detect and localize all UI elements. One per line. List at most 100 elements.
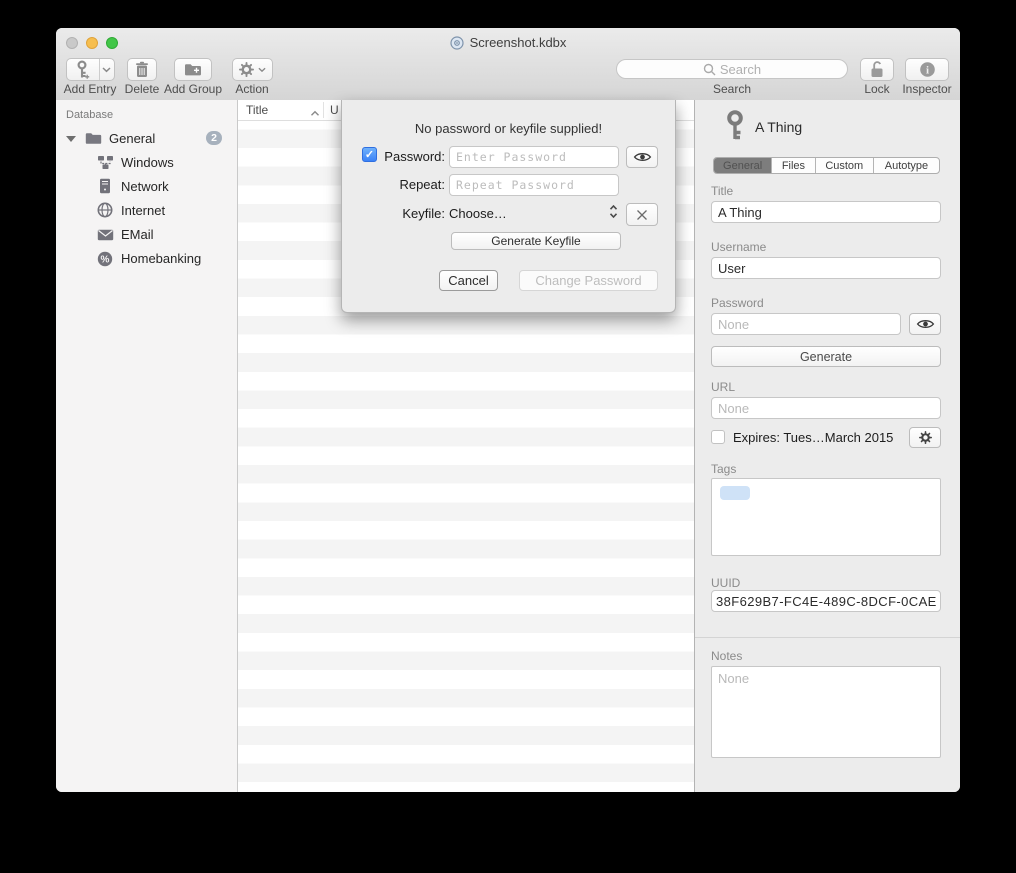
search-input[interactable]: Search bbox=[616, 59, 848, 79]
sidebar-item-label: Windows bbox=[121, 155, 174, 170]
inspector-tabs: General Files Custom Autotype bbox=[713, 157, 940, 174]
change-password-button[interactable]: Change Password bbox=[519, 270, 658, 291]
expires-checkbox[interactable] bbox=[711, 430, 725, 444]
key-plus-icon bbox=[76, 60, 90, 80]
sidebar-item-label: Internet bbox=[121, 203, 165, 218]
lock-open-icon bbox=[869, 60, 885, 79]
entry-title-heading: A Thing bbox=[755, 119, 802, 135]
add-group-button[interactable] bbox=[174, 58, 212, 81]
title-field-label: Title bbox=[711, 184, 733, 198]
generate-password-button[interactable]: Generate bbox=[711, 346, 941, 367]
action-label: Action bbox=[235, 82, 268, 96]
generate-keyfile-button[interactable]: Generate Keyfile bbox=[451, 232, 621, 250]
search-label: Search bbox=[713, 82, 751, 96]
expires-settings-button[interactable] bbox=[909, 427, 941, 448]
column-header-username[interactable]: U bbox=[330, 103, 339, 117]
username-field[interactable] bbox=[711, 257, 941, 279]
sidebar-item-label: EMail bbox=[121, 227, 154, 242]
tag-chip[interactable] bbox=[720, 486, 750, 500]
window-chrome: Screenshot.kdbx Add Entry Delete Add Gro… bbox=[56, 28, 960, 101]
url-field[interactable] bbox=[711, 397, 941, 419]
lock-label: Lock bbox=[864, 82, 889, 96]
info-icon: i bbox=[919, 61, 936, 78]
screenshot-background: Screenshot.kdbx Add Entry Delete Add Gro… bbox=[0, 0, 1016, 873]
add-entry-dropdown-segment[interactable] bbox=[99, 59, 114, 80]
key-icon bbox=[725, 110, 745, 146]
add-entry-main-segment[interactable] bbox=[67, 59, 99, 80]
sidebar-item-windows[interactable]: Windows bbox=[56, 153, 237, 172]
inspector-button[interactable]: i bbox=[905, 58, 949, 81]
password-field-label: Password bbox=[711, 296, 764, 310]
gear-icon bbox=[919, 431, 932, 444]
column-divider[interactable] bbox=[323, 102, 324, 118]
popup-stepper-icon[interactable] bbox=[608, 204, 619, 224]
entry-count-badge: 2 bbox=[206, 131, 222, 145]
eye-icon bbox=[633, 151, 652, 163]
sort-ascending-icon bbox=[310, 106, 320, 120]
titlebar: Screenshot.kdbx bbox=[56, 35, 960, 50]
add-entry-label: Add Entry bbox=[64, 82, 117, 96]
eye-icon bbox=[916, 318, 935, 330]
trash-icon bbox=[135, 61, 149, 78]
add-entry-button[interactable] bbox=[66, 58, 115, 81]
folder-icon bbox=[85, 132, 102, 148]
sidebar-header: Database bbox=[66, 109, 113, 121]
column-header-title[interactable]: Title bbox=[246, 103, 268, 117]
delete-label: Delete bbox=[125, 82, 160, 96]
title-field[interactable] bbox=[711, 201, 941, 223]
svg-text:i: i bbox=[925, 65, 928, 77]
notes-field[interactable] bbox=[711, 666, 941, 758]
close-x-icon bbox=[636, 209, 648, 221]
uuid-field[interactable] bbox=[711, 590, 941, 612]
cancel-button[interactable]: Cancel bbox=[439, 270, 498, 291]
username-field-label: Username bbox=[711, 240, 766, 254]
password-checkbox[interactable] bbox=[362, 147, 377, 162]
add-group-label: Add Group bbox=[164, 82, 222, 96]
gear-icon bbox=[239, 62, 254, 77]
change-password-label: Change Password bbox=[535, 273, 641, 288]
sidebar-item-label: Network bbox=[121, 179, 169, 194]
search-icon bbox=[703, 63, 716, 76]
password-field[interactable] bbox=[711, 313, 901, 335]
windows-network-icon bbox=[97, 155, 114, 173]
repeat-password-input[interactable] bbox=[449, 174, 619, 196]
repeat-label: Repeat: bbox=[377, 177, 445, 192]
generate-keyfile-label: Generate Keyfile bbox=[491, 234, 580, 248]
clear-keyfile-button[interactable] bbox=[626, 203, 658, 226]
password-input[interactable] bbox=[449, 146, 619, 168]
inspector-panel: A Thing General Files Custom Autotype Ti… bbox=[694, 100, 960, 792]
tags-field[interactable] bbox=[711, 478, 941, 556]
folder-plus-icon bbox=[184, 63, 202, 76]
envelope-icon bbox=[97, 229, 114, 244]
disclosure-triangle-icon[interactable] bbox=[66, 136, 76, 142]
keyfile-popup[interactable]: Choose… bbox=[449, 206, 507, 221]
notes-field-label: Notes bbox=[711, 649, 742, 663]
delete-button[interactable] bbox=[127, 58, 157, 81]
keyfile-label: Keyfile: bbox=[377, 206, 445, 221]
tab-autotype[interactable]: Autotype bbox=[873, 158, 939, 173]
percent-icon: % bbox=[97, 251, 113, 270]
globe-icon bbox=[97, 202, 113, 221]
tab-files[interactable]: Files bbox=[771, 158, 814, 173]
tab-general[interactable]: General bbox=[714, 158, 771, 173]
sidebar-item-network[interactable]: Network bbox=[56, 177, 237, 196]
document-proxy-icon bbox=[450, 36, 464, 50]
lock-button[interactable] bbox=[860, 58, 894, 81]
inspector-label: Inspector bbox=[902, 82, 951, 96]
expires-label: Expires: Tues…March 2015 bbox=[733, 430, 893, 445]
generate-password-label: Generate bbox=[800, 350, 852, 364]
uuid-field-label: UUID bbox=[711, 576, 740, 590]
sidebar-item-email[interactable]: EMail bbox=[56, 225, 237, 244]
sidebar-item-homebanking[interactable]: % Homebanking bbox=[56, 249, 237, 268]
chevron-down-icon bbox=[258, 67, 266, 73]
sidebar-item-internet[interactable]: Internet bbox=[56, 201, 237, 220]
password-label: Password: bbox=[377, 149, 445, 164]
notes-separator bbox=[695, 637, 960, 638]
tab-custom[interactable]: Custom bbox=[815, 158, 873, 173]
chevron-down-icon bbox=[102, 67, 111, 73]
action-button[interactable] bbox=[232, 58, 273, 81]
svg-text:%: % bbox=[101, 255, 110, 266]
reveal-password-button[interactable] bbox=[909, 313, 941, 335]
sheet-message: No password or keyfile supplied! bbox=[342, 121, 675, 136]
reveal-password-button[interactable] bbox=[626, 146, 658, 168]
